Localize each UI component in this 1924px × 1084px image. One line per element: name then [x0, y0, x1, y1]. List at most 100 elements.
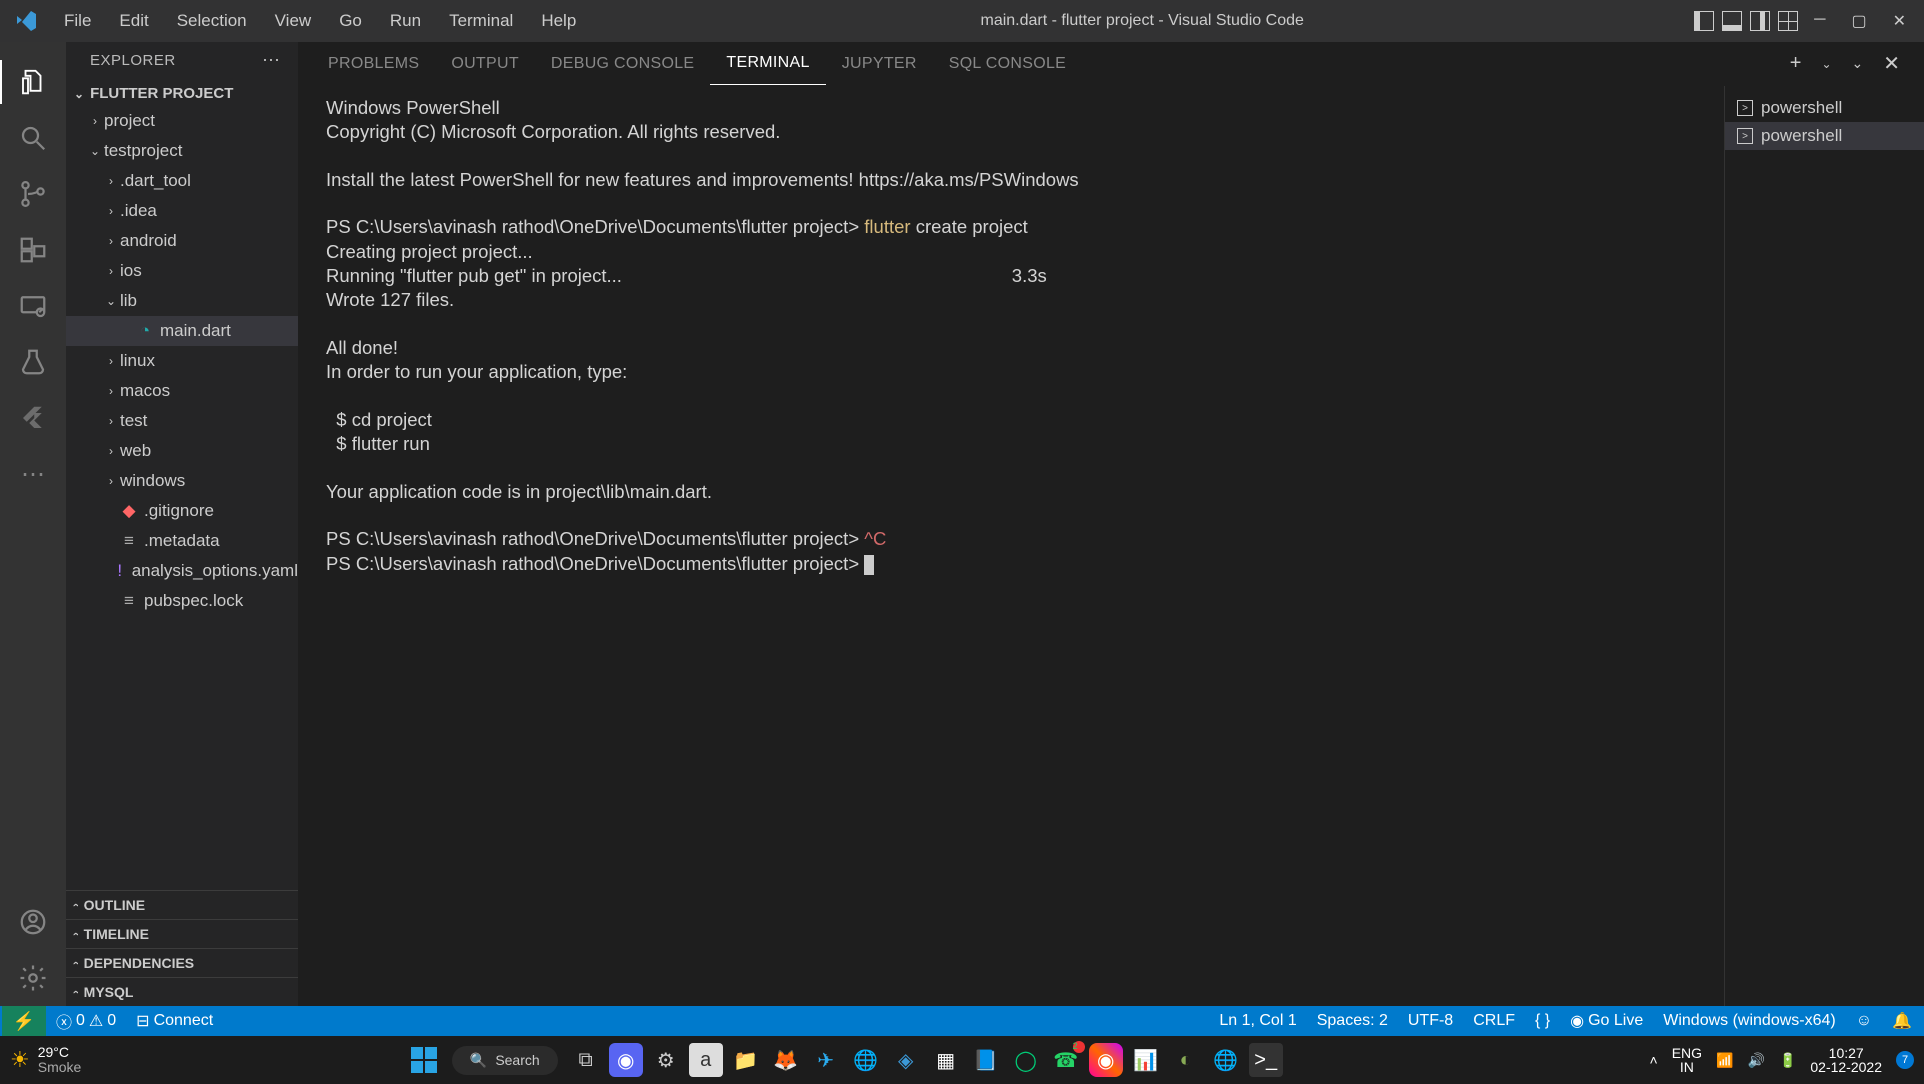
- folder-item[interactable]: ›project: [66, 106, 298, 136]
- file-item[interactable]: ≡pubspec.lock: [66, 586, 298, 616]
- toggle-primary-sidebar-icon[interactable]: [1694, 11, 1714, 31]
- tray-expand-icon[interactable]: ˄: [1650, 1052, 1658, 1068]
- activity-flutter-icon[interactable]: [0, 390, 66, 446]
- sidebar-section-timeline[interactable]: ›TIMELINE: [66, 919, 298, 948]
- activity-explorer-icon[interactable]: [0, 54, 66, 110]
- folder-item[interactable]: ⌄testproject: [66, 136, 298, 166]
- taskbar-app-icon[interactable]: a: [689, 1043, 723, 1077]
- clock[interactable]: 10:2702-12-2022: [1810, 1046, 1882, 1074]
- file-item[interactable]: ≡.metadata: [66, 526, 298, 556]
- taskbar-app-icon[interactable]: 🌐: [1209, 1043, 1243, 1077]
- activity-testing-icon[interactable]: [0, 334, 66, 390]
- folder-item[interactable]: ›test: [66, 406, 298, 436]
- terminal-entry[interactable]: >powershell: [1725, 94, 1924, 122]
- taskbar-app-icon[interactable]: 📊: [1129, 1043, 1163, 1077]
- maximize-icon[interactable]: ▢: [1851, 11, 1866, 31]
- maximize-panel-icon[interactable]: ⌄: [1842, 55, 1874, 72]
- status-notifications-icon[interactable]: 🔔: [1882, 1006, 1922, 1036]
- taskbar-app-icon[interactable]: ◉: [609, 1043, 643, 1077]
- tab-jupyter[interactable]: JUPYTER: [826, 42, 933, 85]
- volume-icon[interactable]: 🔊: [1748, 1052, 1765, 1069]
- file-item[interactable]: ◆.gitignore: [66, 496, 298, 526]
- tab-output[interactable]: OUTPUT: [435, 42, 535, 85]
- battery-icon[interactable]: 🔋: [1779, 1052, 1796, 1069]
- folder-item[interactable]: ›web: [66, 436, 298, 466]
- activity-source-control-icon[interactable]: [0, 166, 66, 222]
- explorer-taskbar-icon[interactable]: 📁: [729, 1043, 763, 1077]
- instagram-icon[interactable]: ◉: [1089, 1043, 1123, 1077]
- menu-help[interactable]: Help: [527, 0, 590, 42]
- folder-item[interactable]: ›windows: [66, 466, 298, 496]
- toggle-panel-icon[interactable]: [1722, 11, 1742, 31]
- taskbar-app-icon[interactable]: ⚙: [649, 1043, 683, 1077]
- task-view-icon[interactable]: ⧉: [569, 1043, 603, 1077]
- folder-item[interactable]: ›macos: [66, 376, 298, 406]
- menu-selection[interactable]: Selection: [163, 0, 261, 42]
- folder-item[interactable]: ›android: [66, 226, 298, 256]
- sidebar-section-outline[interactable]: ›OUTLINE: [66, 890, 298, 919]
- folder-item[interactable]: ⌄lib: [66, 286, 298, 316]
- sidebar-section-mysql[interactable]: ›MYSQL: [66, 977, 298, 1006]
- wifi-icon[interactable]: 📶: [1716, 1052, 1733, 1069]
- close-panel-icon[interactable]: ✕: [1873, 51, 1910, 76]
- status-language[interactable]: { }: [1525, 1006, 1560, 1036]
- activity-extensions-icon[interactable]: [0, 222, 66, 278]
- activity-search-icon[interactable]: [0, 110, 66, 166]
- customize-layout-icon[interactable]: [1778, 11, 1798, 31]
- status-device[interactable]: Windows (windows-x64): [1653, 1006, 1846, 1036]
- explorer-more-icon[interactable]: ⋯: [262, 50, 282, 71]
- vscode-taskbar-icon[interactable]: ◈: [889, 1043, 923, 1077]
- file-item[interactable]: ◔main.dart: [66, 316, 298, 346]
- status-go-live[interactable]: ◉Go Live: [1560, 1006, 1653, 1036]
- terminal-output[interactable]: Windows PowerShell Copyright (C) Microso…: [298, 86, 1724, 1006]
- taskbar-app-icon[interactable]: 📘: [969, 1043, 1003, 1077]
- folder-item[interactable]: ›ios: [66, 256, 298, 286]
- activity-accounts-icon[interactable]: [0, 894, 66, 950]
- folder-item[interactable]: ›linux: [66, 346, 298, 376]
- menu-edit[interactable]: Edit: [105, 0, 162, 42]
- close-icon[interactable]: ✕: [1893, 11, 1906, 31]
- chrome-icon[interactable]: 🌐: [849, 1043, 883, 1077]
- remote-indicator-icon[interactable]: ⚡: [2, 1006, 46, 1036]
- status-errors[interactable]: ⓧ0⚠0: [46, 1006, 126, 1036]
- terminal-dropdown-icon[interactable]: ⌄: [1811, 57, 1841, 71]
- folder-item[interactable]: ›.dart_tool: [66, 166, 298, 196]
- status-feedback-icon[interactable]: ☺: [1846, 1006, 1882, 1036]
- sidebar-section-dependencies[interactable]: ›DEPENDENCIES: [66, 948, 298, 977]
- language-indicator[interactable]: ENGIN: [1672, 1046, 1702, 1074]
- status-spaces[interactable]: Spaces: 2: [1307, 1006, 1398, 1036]
- minimize-icon[interactable]: ─: [1814, 11, 1825, 31]
- firefox-icon[interactable]: 🦊: [769, 1043, 803, 1077]
- status-ln-col[interactable]: Ln 1, Col 1: [1209, 1006, 1306, 1036]
- status-eol[interactable]: CRLF: [1463, 1006, 1525, 1036]
- status-connect[interactable]: ⊟Connect: [126, 1006, 223, 1036]
- notification-center-icon[interactable]: 7: [1896, 1051, 1914, 1069]
- taskbar-app-icon[interactable]: ▦: [929, 1043, 963, 1077]
- new-terminal-icon[interactable]: +: [1780, 52, 1812, 75]
- eclipse-icon[interactable]: ◐: [1169, 1043, 1203, 1077]
- telegram-icon[interactable]: ✈: [809, 1043, 843, 1077]
- edge-icon[interactable]: ◯: [1009, 1043, 1043, 1077]
- activity-more-icon[interactable]: ⋯: [0, 446, 66, 502]
- terminal-entry[interactable]: >powershell: [1725, 122, 1924, 150]
- tab-sql-console[interactable]: SQL CONSOLE: [933, 42, 1082, 85]
- tab-terminal[interactable]: TERMINAL: [710, 42, 825, 85]
- toggle-secondary-sidebar-icon[interactable]: [1750, 11, 1770, 31]
- folder-item[interactable]: ›.idea: [66, 196, 298, 226]
- menu-run[interactable]: Run: [376, 0, 435, 42]
- project-section-header[interactable]: ⌄ FLUTTER PROJECT: [66, 81, 298, 106]
- menu-terminal[interactable]: Terminal: [435, 0, 527, 42]
- whatsapp-icon[interactable]: ☎2: [1049, 1043, 1083, 1077]
- taskbar-weather[interactable]: ☀ 29°CSmoke: [10, 1045, 81, 1075]
- status-encoding[interactable]: UTF-8: [1398, 1006, 1463, 1036]
- tab-problems[interactable]: PROBLEMS: [312, 42, 435, 85]
- start-menu-icon[interactable]: [407, 1043, 441, 1077]
- menu-file[interactable]: File: [50, 0, 105, 42]
- activity-settings-icon[interactable]: [0, 950, 66, 1006]
- tab-debug-console[interactable]: DEBUG CONSOLE: [535, 42, 711, 85]
- menu-go[interactable]: Go: [325, 0, 376, 42]
- activity-remote-icon[interactable]: [0, 278, 66, 334]
- taskbar-search[interactable]: 🔍Search: [452, 1046, 558, 1075]
- menu-view[interactable]: View: [261, 0, 326, 42]
- file-item[interactable]: !analysis_options.yaml: [66, 556, 298, 586]
